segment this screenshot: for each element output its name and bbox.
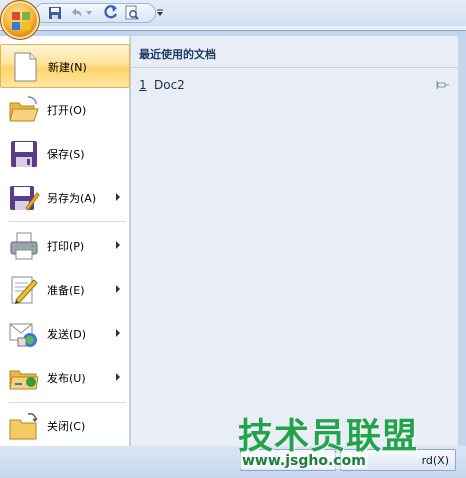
menu-item-label: 发送(D) — [47, 328, 87, 341]
menu-item-label: 另存为(A) — [47, 192, 97, 205]
menu-item-send[interactable]: 发送(D) — [0, 312, 130, 356]
menu-divider — [8, 402, 126, 403]
recent-documents-title: 最近使用的文档 — [139, 48, 216, 61]
open-folder-icon — [9, 96, 39, 122]
pin-icon[interactable] — [436, 80, 450, 90]
close-folder-icon — [9, 413, 38, 440]
submenu-arrow-icon — [116, 285, 120, 293]
menu-item-prepare[interactable]: 准备(E) — [0, 268, 130, 312]
submenu-arrow-icon — [116, 373, 120, 381]
menu-item-label: 打开(O) — [47, 104, 87, 117]
office-menu-commands: 新建(N) 打开(O) 保存(S) 另存为(A) 打印(P) 准备(E) 发送(… — [0, 36, 130, 446]
undo-dropdown-icon[interactable] — [84, 5, 94, 21]
recent-documents-header: 最近使用的文档 — [131, 36, 458, 68]
menu-divider — [8, 221, 126, 222]
submenu-arrow-icon — [116, 193, 120, 201]
prepare-icon — [11, 276, 38, 304]
submenu-arrow-icon — [116, 241, 120, 249]
menu-item-close[interactable]: 关闭(C) — [0, 404, 130, 448]
recent-document-number: 1 — [139, 78, 147, 92]
exit-word-label: rd(X) — [421, 453, 449, 467]
menu-item-save[interactable]: 保存(S) — [0, 132, 130, 176]
save-icon[interactable] — [46, 5, 64, 21]
chevron-down-icon[interactable] — [154, 5, 166, 21]
save-as-icon — [10, 186, 40, 211]
save-icon — [11, 141, 37, 167]
menu-item-label: 保存(S) — [47, 148, 85, 161]
menu-item-label: 新建(N) — [48, 61, 87, 74]
send-icon — [9, 323, 37, 347]
menu-item-open[interactable]: 打开(O) — [0, 88, 130, 132]
menu-item-new[interactable]: 新建(N) — [0, 44, 130, 88]
quick-access-toolbar — [0, 0, 466, 26]
submenu-arrow-icon — [116, 329, 120, 337]
word-options-button[interactable] — [240, 449, 336, 471]
recent-documents-panel: 最近使用的文档 1 Doc2 — [130, 36, 458, 446]
word-office-menu-window: 新建(N) 打开(O) 保存(S) 另存为(A) 打印(P) 准备(E) 发送(… — [0, 0, 466, 478]
office-button[interactable] — [0, 0, 40, 40]
menu-item-print[interactable]: 打印(P) — [0, 224, 130, 268]
menu-item-label: 关闭(C) — [47, 420, 86, 433]
publish-icon — [9, 370, 39, 390]
menu-item-label: 准备(E) — [47, 284, 85, 297]
recent-document-item[interactable]: 1 Doc2 — [131, 74, 459, 96]
menu-item-publish[interactable]: 发布(U) — [0, 356, 130, 400]
exit-word-button[interactable]: rd(X) — [340, 449, 456, 471]
office-logo-icon — [12, 12, 30, 30]
menu-item-label: 发布(U) — [47, 372, 86, 385]
printer-icon — [10, 232, 38, 260]
menu-item-label: 打印(P) — [47, 240, 85, 253]
redo-icon[interactable] — [102, 5, 120, 21]
recent-document-name: Doc2 — [154, 78, 185, 92]
print-preview-icon[interactable] — [123, 5, 141, 21]
new-document-icon — [14, 52, 37, 82]
menu-item-save-as[interactable]: 另存为(A) — [0, 176, 130, 220]
